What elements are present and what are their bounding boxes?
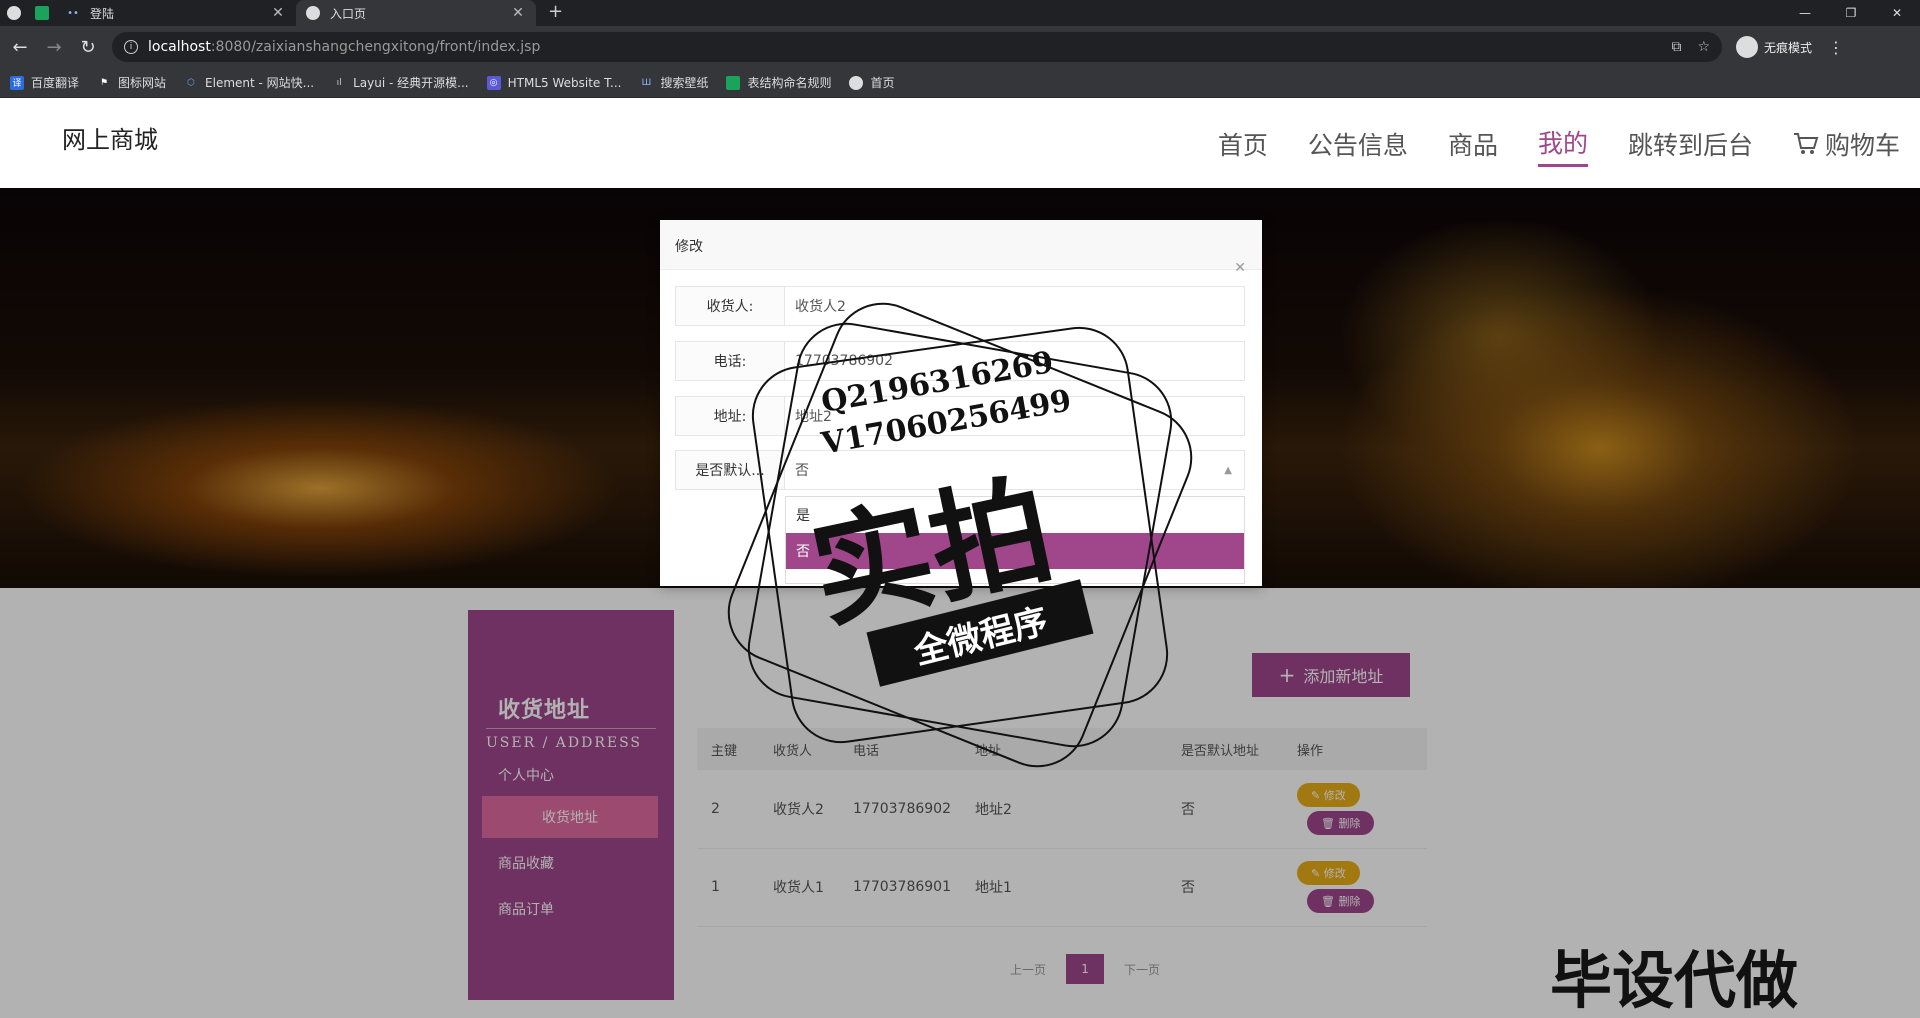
close-icon[interactable]: ✕ <box>270 5 286 21</box>
nav-backend[interactable]: 跳转到后台 <box>1628 126 1753 166</box>
bookmark-item[interactable]: 译百度翻译 <box>10 74 79 91</box>
browser-tab-bar: •• 登陆 ✕ 入口页 ✕ + — ❐ ✕ <box>0 0 1920 26</box>
tab-title: 入口页 <box>330 6 367 21</box>
form-row-default: 是否默认... 否 ▲ <box>675 450 1245 490</box>
globe-icon <box>849 75 864 90</box>
option-no[interactable]: 否 <box>786 533 1244 569</box>
nav-cart-label: 购物车 <box>1824 130 1900 160</box>
form-row-phone: 电话: 17703786902 <box>675 341 1245 381</box>
bookmark-item[interactable]: ıl Layui - 经典开源模... <box>332 74 469 91</box>
default-select-value: 否 <box>795 463 809 479</box>
address-bar-row: ← → ↻ i localhost :8080/zaixianshangchen… <box>0 26 1920 68</box>
back-icon[interactable]: ← <box>6 37 34 58</box>
form-row-consignee: 收货人: 收货人2 <box>675 286 1245 326</box>
watermark-corner-text: 毕设代做 <box>1550 944 1799 1017</box>
bookmark-item[interactable]: Ш 搜索壁纸 <box>639 74 709 91</box>
nav-home[interactable]: 首页 <box>1218 126 1268 166</box>
minimize-icon[interactable]: — <box>1782 0 1828 26</box>
pinned-tab-globe[interactable] <box>0 0 28 26</box>
green-app-icon <box>726 75 741 90</box>
tab-entry[interactable]: 入口页 ✕ <box>296 0 536 26</box>
option-yes[interactable]: 是 <box>786 497 1244 533</box>
modal-title: 修改 <box>660 220 1262 270</box>
translate-icon[interactable]: ⧉ <box>1671 39 1681 55</box>
globe-icon <box>7 6 21 20</box>
bookmark-item[interactable]: 首页 <box>849 74 895 91</box>
address-label: 地址: <box>675 396 785 436</box>
incognito-icon <box>1736 36 1758 58</box>
more-menu-icon[interactable]: ⋮ <box>1828 38 1844 57</box>
nav-products[interactable]: 商品 <box>1448 126 1498 166</box>
nav-mine[interactable]: 我的 <box>1537 124 1588 167</box>
incognito-label: 无痕模式 <box>1764 40 1813 55</box>
close-window-icon[interactable]: ✕ <box>1874 0 1920 26</box>
element-hexagon-icon: ⬡ <box>187 77 195 88</box>
globe-icon <box>306 6 320 20</box>
baidu-translate-icon: 译 <box>10 75 24 90</box>
html5-icon: ◎ <box>486 75 501 90</box>
bookmark-item[interactable]: ⬡ Element - 网站快... <box>184 74 314 91</box>
default-select[interactable]: 否 ▲ <box>785 450 1245 490</box>
form-row-address: 地址: 地址2 <box>675 396 1245 436</box>
info-icon[interactable]: i <box>124 40 138 54</box>
wallpaper-icon: Ш <box>641 77 652 88</box>
close-icon[interactable]: ✕ <box>1234 260 1246 276</box>
pinned-tab-green[interactable] <box>28 0 56 26</box>
consignee-label: 收货人: <box>675 286 785 326</box>
green-app-icon <box>35 6 49 20</box>
bookmark-item[interactable]: ◎ HTML5 Website T... <box>486 75 621 90</box>
new-tab-button[interactable]: + <box>548 0 563 26</box>
tab-title: 登陆 <box>90 6 115 21</box>
close-icon[interactable]: ✕ <box>510 5 526 21</box>
url-path: :8080/zaixianshangchengxitong/front/inde… <box>210 39 541 55</box>
bookmark-item[interactable]: 表结构命名规则 <box>726 74 831 91</box>
restore-icon[interactable]: ❐ <box>1828 0 1874 26</box>
address-input[interactable]: 地址2 <box>785 396 1245 436</box>
phone-label: 电话: <box>675 341 785 381</box>
reload-icon[interactable]: ↻ <box>74 37 102 58</box>
tab-login[interactable]: •• 登陆 ✕ <box>56 0 296 26</box>
layui-icon: ıl <box>336 77 342 88</box>
site-logo[interactable]: 网上商城 <box>62 120 158 155</box>
nav-notices[interactable]: 公告信息 <box>1308 126 1408 166</box>
phone-input[interactable]: 17703786902 <box>785 341 1245 381</box>
forward-icon[interactable]: → <box>40 37 68 58</box>
cart-icon <box>1793 132 1819 154</box>
nav-cart[interactable]: 购物车 <box>1793 126 1900 166</box>
bookmarks-bar: 译百度翻译 ⚑ 图标网站 ⬡ Element - 网站快... ıl Layui - … <box>0 68 1920 98</box>
dots-icon: •• <box>67 7 79 19</box>
flag-icon: ⚑ <box>99 77 109 88</box>
star-icon[interactable]: ☆ <box>1697 39 1710 55</box>
default-select-dropdown: 是 否 <box>785 496 1245 584</box>
site-header: 网上商城 首页 公告信息 商品 我的 跳转到后台 购物车 <box>0 98 1920 188</box>
consignee-input[interactable]: 收货人2 <box>785 286 1245 326</box>
bookmark-item[interactable]: ⚑ 图标网站 <box>97 74 166 91</box>
url-host: localhost <box>148 39 211 55</box>
window-controls: — ❐ ✕ <box>1782 0 1920 26</box>
url-input[interactable]: i localhost :8080/zaixianshangchengxiton… <box>112 32 1722 62</box>
chevron-up-icon: ▲ <box>1224 464 1232 476</box>
edit-address-modal: 修改 ✕ 收货人: 收货人2 电话: 17703786902 地址: 地址2 是… <box>660 220 1262 586</box>
default-label: 是否默认... <box>675 450 785 490</box>
main-nav: 首页 公告信息 商品 我的 跳转到后台 购物车 <box>1178 124 1900 167</box>
incognito-indicator[interactable]: 无痕模式 <box>1736 36 1812 58</box>
